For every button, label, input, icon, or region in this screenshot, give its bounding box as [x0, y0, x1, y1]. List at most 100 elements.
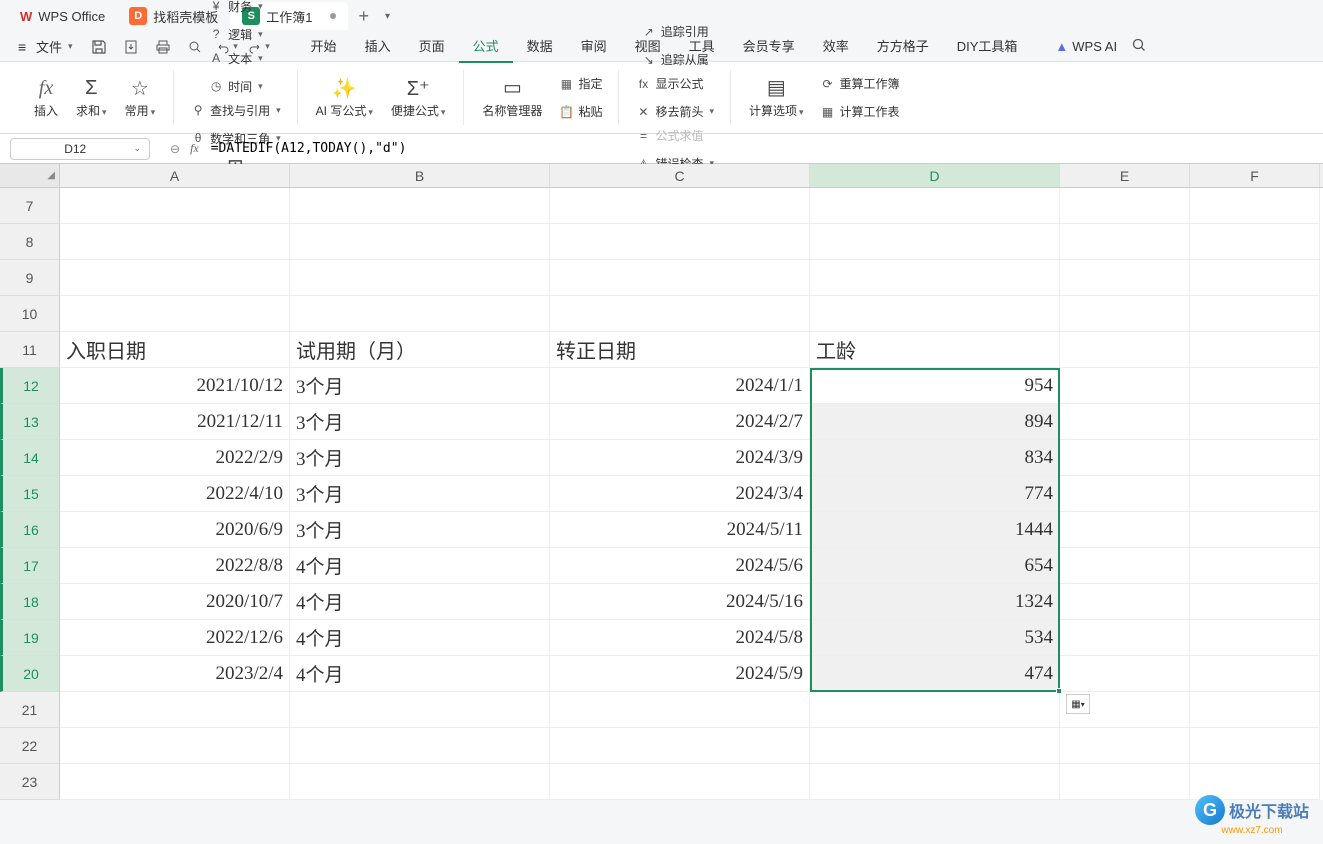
cell-C14[interactable]: 2024/3/9: [550, 440, 810, 476]
cell-E14[interactable]: [1060, 440, 1190, 476]
cell-D20[interactable]: 474: [810, 656, 1060, 692]
col-header-A[interactable]: A: [60, 164, 290, 187]
cell-D17[interactable]: 654: [810, 548, 1060, 584]
cells-grid[interactable]: 入职日期试用期（月）转正日期工龄2021/10/123个月2024/1/1954…: [60, 188, 1320, 800]
row-header-15[interactable]: 15: [0, 476, 60, 512]
wps-ai-button[interactable]: ▲ WPS AI: [1055, 39, 1117, 54]
cell-C17[interactable]: 2024/5/6: [550, 548, 810, 584]
name-manager-button[interactable]: ▭ 名称管理器: [474, 72, 550, 124]
formula-input[interactable]: [207, 138, 1323, 160]
cell-E15[interactable]: [1060, 476, 1190, 512]
menu-tab-9[interactable]: 效率: [809, 30, 863, 63]
row-header-17[interactable]: 17: [0, 548, 60, 584]
cell-A10[interactable]: [60, 296, 290, 332]
cell-E11[interactable]: [1060, 332, 1190, 368]
menu-tab-11[interactable]: DIY工具箱: [943, 30, 1032, 63]
cell-B14[interactable]: 3个月: [290, 440, 550, 476]
cell-D11[interactable]: 工龄: [810, 332, 1060, 368]
cell-F22[interactable]: [1190, 728, 1320, 764]
cell-A16[interactable]: 2020/6/9: [60, 512, 290, 548]
cell-A22[interactable]: [60, 728, 290, 764]
calc-sheet-button[interactable]: ▦计算工作表: [814, 100, 906, 124]
cell-D21[interactable]: [810, 692, 1060, 728]
common-functions-button[interactable]: ☆ 常用▾: [117, 72, 164, 123]
cell-D9[interactable]: [810, 260, 1060, 296]
row-header-7[interactable]: 7: [0, 188, 60, 224]
cell-D16[interactable]: 1444: [810, 512, 1060, 548]
cell-F12[interactable]: [1190, 368, 1320, 404]
remove-arrows-button[interactable]: ✕移去箭头▾: [629, 100, 720, 124]
ai-formula-button[interactable]: ✨ AI 写公式▾: [308, 72, 381, 123]
cell-F8[interactable]: [1190, 224, 1320, 260]
cell-C10[interactable]: [550, 296, 810, 332]
file-menu-button[interactable]: 文件 ▾: [10, 34, 81, 59]
cell-B15[interactable]: 3个月: [290, 476, 550, 512]
cell-B7[interactable]: [290, 188, 550, 224]
row-header-10[interactable]: 10: [0, 296, 60, 332]
cell-F7[interactable]: [1190, 188, 1320, 224]
cell-C15[interactable]: 2024/3/4: [550, 476, 810, 512]
menu-tab-10[interactable]: 方方格子: [863, 30, 943, 63]
cell-B21[interactable]: [290, 692, 550, 728]
show-formulas-button[interactable]: fx显示公式: [629, 72, 720, 96]
cell-D8[interactable]: [810, 224, 1060, 260]
row-header-11[interactable]: 11: [0, 332, 60, 368]
cell-B22[interactable]: [290, 728, 550, 764]
row-header-18[interactable]: 18: [0, 584, 60, 620]
trace-dependents-button[interactable]: ↘追踪从属: [635, 48, 715, 72]
cell-D18[interactable]: 1324: [810, 584, 1060, 620]
cell-A11[interactable]: 入职日期: [60, 332, 290, 368]
cell-E10[interactable]: [1060, 296, 1190, 332]
cell-B23[interactable]: [290, 764, 550, 800]
row-header-22[interactable]: 22: [0, 728, 60, 764]
cell-F15[interactable]: [1190, 476, 1320, 512]
cell-D14[interactable]: 834: [810, 440, 1060, 476]
cell-A19[interactable]: 2022/12/6: [60, 620, 290, 656]
row-header-21[interactable]: 21: [0, 692, 60, 728]
row-header-8[interactable]: 8: [0, 224, 60, 260]
cell-A20[interactable]: 2023/2/4: [60, 656, 290, 692]
cell-C19[interactable]: 2024/5/8: [550, 620, 810, 656]
row-header-14[interactable]: 14: [0, 440, 60, 476]
datetime-functions-button[interactable]: ◷时间▾: [202, 74, 269, 98]
cell-F10[interactable]: [1190, 296, 1320, 332]
cell-B19[interactable]: 4个月: [290, 620, 550, 656]
autosum-button[interactable]: Σ 求和▾: [68, 72, 115, 123]
col-header-B[interactable]: B: [290, 164, 550, 187]
row-header-16[interactable]: 16: [0, 512, 60, 548]
cell-D23[interactable]: [810, 764, 1060, 800]
row-header-20[interactable]: 20: [0, 656, 60, 692]
cell-E18[interactable]: [1060, 584, 1190, 620]
search-button[interactable]: [1131, 37, 1147, 56]
text-functions-button[interactable]: A文本▾: [202, 46, 269, 70]
col-header-D[interactable]: D: [810, 164, 1060, 187]
tab-wps-office[interactable]: W WPS Office: [8, 2, 117, 30]
cell-C21[interactable]: [550, 692, 810, 728]
menu-tab-0[interactable]: 开始: [297, 30, 351, 63]
cell-B12[interactable]: 3个月: [290, 368, 550, 404]
cell-F18[interactable]: [1190, 584, 1320, 620]
cell-E17[interactable]: [1060, 548, 1190, 584]
cell-B8[interactable]: [290, 224, 550, 260]
tab-menu-button[interactable]: ▾: [379, 11, 396, 22]
cell-E16[interactable]: [1060, 512, 1190, 548]
cell-A8[interactable]: [60, 224, 290, 260]
col-header-E[interactable]: E: [1060, 164, 1190, 187]
cell-C23[interactable]: [550, 764, 810, 800]
cell-C11[interactable]: 转正日期: [550, 332, 810, 368]
cell-F14[interactable]: [1190, 440, 1320, 476]
insert-function-button[interactable]: fx 插入: [26, 72, 66, 123]
print-button[interactable]: [149, 35, 177, 59]
cell-F11[interactable]: [1190, 332, 1320, 368]
cell-E8[interactable]: [1060, 224, 1190, 260]
save-button[interactable]: [85, 35, 113, 59]
cell-B16[interactable]: 3个月: [290, 512, 550, 548]
cell-B9[interactable]: [290, 260, 550, 296]
cell-F21[interactable]: [1190, 692, 1320, 728]
cell-E7[interactable]: [1060, 188, 1190, 224]
cell-A14[interactable]: 2022/2/9: [60, 440, 290, 476]
cell-C16[interactable]: 2024/5/11: [550, 512, 810, 548]
cell-D13[interactable]: 894: [810, 404, 1060, 440]
cell-C7[interactable]: [550, 188, 810, 224]
paste-options-button[interactable]: ▦▾: [1066, 694, 1090, 714]
